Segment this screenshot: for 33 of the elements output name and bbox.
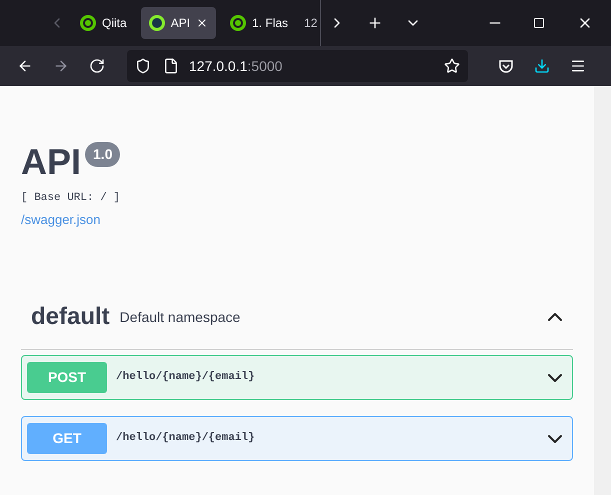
base-url-text: [ Base URL: / ] [21,191,122,206]
path-text: /hello/{name}/{email} [116,370,255,386]
page-icon[interactable] [163,58,179,74]
browser-tab[interactable]: API [140,7,216,39]
operation-row[interactable]: POST /hello/{name}/{email} [21,355,573,400]
browser-tab[interactable]: 12 [302,7,320,39]
new-tab-icon[interactable] [367,15,383,31]
maximize-icon[interactable] [533,17,545,29]
shield-icon[interactable] [135,58,151,74]
scrollbar[interactable] [594,86,611,495]
method-badge: POST [27,362,107,393]
menu-icon[interactable] [570,58,586,74]
close-tab-icon[interactable] [196,17,208,29]
browser-tab[interactable]: 1. Flas [222,7,296,39]
url-text: 127.0.0.1:5000 [189,56,282,76]
browser-tab[interactable]: Qiita [72,7,135,39]
favicon-icon [80,15,96,31]
pocket-icon[interactable] [498,58,514,74]
back-icon[interactable] [17,58,33,74]
version-badge: 1.0 [85,142,120,167]
api-title: API [21,140,82,184]
method-badge: GET [27,423,107,454]
favicon-icon [230,15,246,31]
section-description: Default namespace [120,308,240,327]
address-bar[interactable]: 127.0.0.1:5000 [127,50,468,82]
download-icon[interactable] [534,58,550,74]
forward-icon[interactable] [53,58,69,74]
bookmark-icon[interactable] [444,58,460,74]
reload-icon[interactable] [89,58,105,74]
path-text: /hello/{name}/{email} [116,431,255,446]
section-title: default [31,302,110,332]
operation-row[interactable]: GET /hello/{name}/{email} [21,416,573,461]
favicon-icon [148,15,165,31]
